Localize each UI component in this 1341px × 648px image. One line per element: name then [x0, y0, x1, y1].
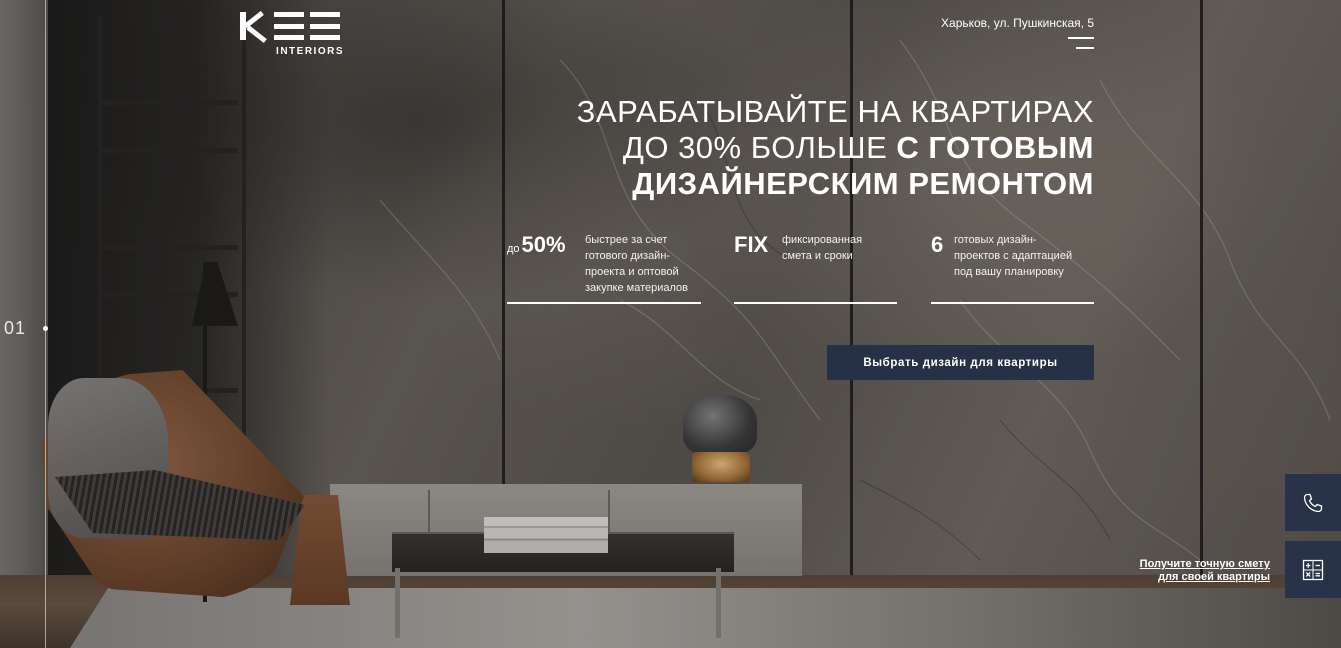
slider-rail: [45, 0, 46, 648]
choose-design-button[interactable]: Выбрать дизайн для квартиры: [827, 345, 1094, 380]
hero-title-line3: ДИЗАЙНЕРСКИМ РЕМОНТОМ: [632, 166, 1094, 201]
stat-description: готовых дизайн- проектов с адаптацией по…: [954, 232, 1094, 280]
header-address: Харьков, ул. Пушкинская, 5: [941, 16, 1094, 30]
stat-text-line: под вашу планировку: [954, 266, 1064, 278]
call-button[interactable]: [1285, 474, 1341, 531]
estimate-link-line1: Получите точную смету: [1139, 558, 1270, 570]
calculator-icon: [1302, 559, 1324, 580]
menu-button[interactable]: [1068, 37, 1094, 51]
stat-text-line: фиксированная: [782, 234, 863, 246]
menu-line: [1068, 37, 1094, 39]
stat-underline: [734, 302, 897, 304]
stat-underline: [931, 302, 1094, 304]
logo-letter-e: [274, 12, 304, 40]
stat-description: быстрее за счет готового дизайн- проекта…: [585, 232, 705, 296]
calculator-button[interactable]: [1285, 541, 1341, 598]
stat-text-line: проекта и оптовой: [585, 266, 679, 278]
slide-number: 01: [4, 318, 27, 338]
slider-indicator-dot[interactable]: [43, 326, 48, 331]
stat-value-number: 50%: [521, 232, 566, 257]
logo-subtitle: INTERIORS: [276, 46, 344, 57]
hero-title-line1: ЗАРАБАТЫВАЙТЕ НА КВАРТИРАХ: [576, 94, 1094, 129]
stat-text-line: закупке материалов: [585, 282, 689, 294]
stat-value: 6: [931, 232, 944, 257]
get-estimate-link[interactable]: Получите точную смету для своей квартиры: [1140, 558, 1270, 584]
hero-title-line2-bold: С ГОТОВЫМ: [896, 130, 1094, 165]
stat-description: фиксированная смета и сроки: [782, 232, 892, 264]
menu-line: [1076, 47, 1094, 49]
hero-title: ЗАРАБАТЫВАЙТЕ НА КВАРТИРАХ ДО 30% БОЛЬШЕ…: [454, 94, 1094, 202]
estimate-link-line2: для своей квартиры: [1158, 571, 1270, 583]
logo-letter-k: [240, 12, 268, 44]
stat-underline: [507, 302, 701, 304]
stat-text-line: готовых дизайн-: [954, 234, 1037, 246]
stat-text-line: быстрее за счет: [585, 234, 668, 246]
stat-text-line: готового дизайн-: [585, 250, 671, 262]
stat-text-line: проектов с адаптацией: [954, 250, 1073, 262]
stat-value: FIX: [734, 232, 769, 257]
logo[interactable]: INTERIORS: [240, 12, 344, 57]
stat-value: до50%: [507, 232, 566, 258]
hero-title-line2: ДО 30% БОЛЬШЕ: [622, 130, 897, 165]
stat-text-line: смета и сроки: [782, 250, 853, 262]
logo-letter-e: [310, 12, 340, 40]
logo-mark-icon: [240, 12, 344, 44]
stat-prefix: до: [507, 243, 520, 255]
phone-icon: [1303, 493, 1323, 512]
